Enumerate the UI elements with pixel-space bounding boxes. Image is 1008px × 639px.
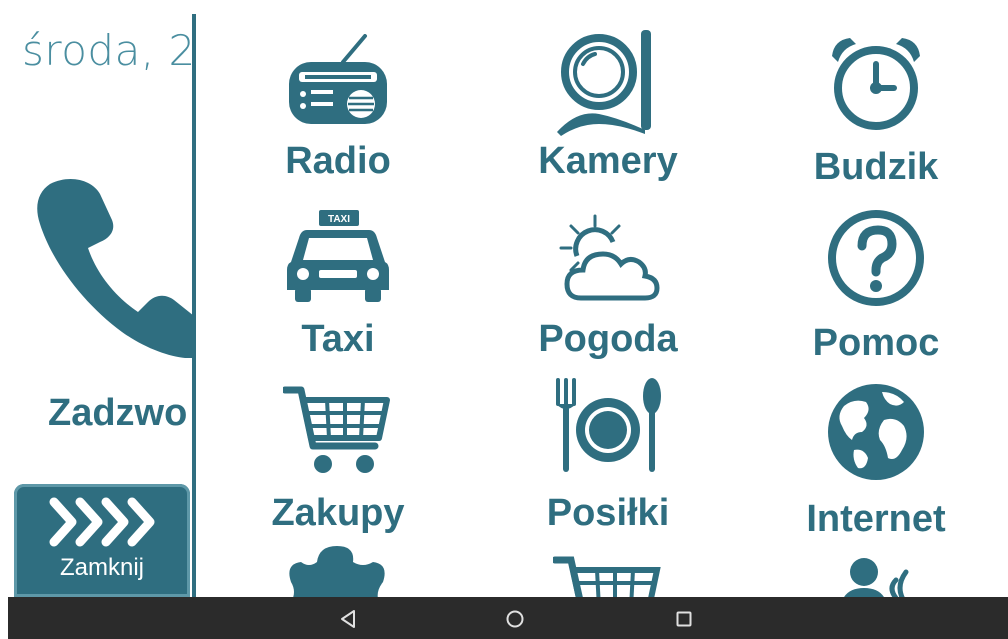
tile-taxi[interactable]: TAXI Taxi	[208, 206, 468, 376]
globe-icon	[828, 384, 924, 480]
meal-icon	[556, 378, 661, 472]
back-icon[interactable]	[334, 605, 362, 633]
chevrons-right-icon	[49, 497, 155, 547]
tile-puzzle[interactable]	[208, 540, 468, 597]
camera-icon	[557, 30, 651, 136]
taxi-sign-text: TAXI	[328, 214, 350, 225]
home-icon[interactable]	[501, 605, 529, 633]
tile-zakupy[interactable]: Zakupy	[208, 380, 468, 550]
tile-radio[interactable]: Radio	[208, 28, 468, 198]
tile-pogoda[interactable]: Pogoda	[478, 206, 738, 376]
puzzle-icon	[289, 546, 385, 597]
tile-label: Budzik	[813, 146, 939, 188]
call-label[interactable]: Zadzwo	[48, 392, 187, 435]
tile-kamery[interactable]: Kamery	[478, 28, 738, 198]
tile-internet[interactable]: Internet	[746, 380, 1006, 550]
alarm-clock-icon	[832, 38, 920, 130]
phone-icon[interactable]	[30, 172, 194, 358]
tile-label: Kamery	[538, 140, 678, 182]
close-button[interactable]: Zamknij	[14, 484, 190, 597]
shopping-cart-icon	[553, 556, 661, 597]
tile-label: Internet	[806, 498, 946, 540]
tile-pomoc[interactable]: Pomoc	[746, 206, 1006, 376]
close-label: Zamknij	[59, 554, 144, 581]
shopping-cart-icon	[283, 386, 390, 473]
tile-label: Posiłki	[546, 492, 670, 534]
taxi-icon: TAXI	[287, 210, 389, 302]
tile-label: Zakupy	[271, 492, 405, 534]
recents-icon[interactable]	[670, 605, 698, 633]
tile-cart-2[interactable]	[478, 540, 738, 597]
tile-posilki[interactable]: Posiłki	[478, 378, 738, 550]
tile-budzik[interactable]: Budzik	[746, 28, 1006, 198]
radio-icon	[289, 34, 387, 124]
panel-divider	[192, 14, 196, 597]
date-label: środa, 2	[22, 26, 194, 75]
tile-label: Pogoda	[538, 318, 678, 360]
person-call-icon	[844, 558, 909, 597]
tile-label: Pomoc	[812, 322, 940, 364]
help-icon	[828, 210, 924, 306]
tile-label: Radio	[285, 140, 391, 182]
tile-contact[interactable]	[746, 540, 1006, 597]
tile-label: Taxi	[301, 318, 375, 360]
weather-icon	[559, 214, 660, 301]
navigation-bar	[8, 597, 1008, 639]
